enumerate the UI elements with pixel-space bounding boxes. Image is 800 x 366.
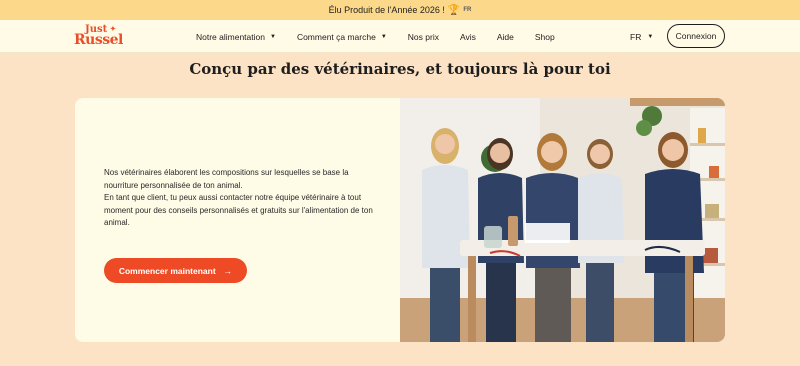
chevron-down-icon: ▼ [647, 33, 654, 40]
section-title: Conçu par des vétérinaires, et toujours … [189, 60, 611, 78]
chevron-down-icon: ▼ [380, 33, 387, 40]
start-now-button[interactable]: Commencer maintenant → [104, 258, 247, 283]
sparkle-icon: ✦ [110, 24, 116, 33]
menu-item-avis[interactable]: Avis [460, 32, 476, 42]
top-navigation: Just ✦ Russel Notre alimentation ▼ Comme… [0, 20, 800, 53]
menu-item-nos-prix[interactable]: Nos prix [408, 32, 439, 42]
promo-banner: Élu Produit de l'Année 2026 ! 🏆 FR [0, 0, 800, 20]
login-button[interactable]: Connexion [667, 24, 725, 48]
vet-info-card: Nos vétérinaires élaborent les compositi… [75, 98, 725, 342]
arrow-right-icon: → [223, 265, 233, 276]
main-menu: Notre alimentation ▼ Comment ça marche ▼… [196, 20, 576, 53]
menu-item-comment-ca-marche[interactable]: Comment ça marche ▼ [297, 32, 387, 42]
menu-item-shop[interactable]: Shop [535, 32, 555, 42]
menu-item-notre-alimentation[interactable]: Notre alimentation ▼ [196, 32, 276, 42]
just-russel-logo[interactable]: Just ✦ Russel [74, 24, 123, 50]
promo-text: Élu Produit de l'Année 2026 ! [328, 5, 445, 15]
promo-country-tag: FR [463, 7, 472, 13]
description-paragraph-1: Nos vétérinaires élaborent les compositi… [104, 168, 349, 190]
trophy-icon: 🏆 [447, 4, 461, 16]
chevron-down-icon: ▼ [269, 33, 276, 40]
description-paragraph-2: En tant que client, tu peux aussi contac… [104, 193, 373, 227]
card-description: Nos vétérinaires élaborent les compositi… [104, 167, 374, 230]
language-selector[interactable]: FR ▼ [630, 20, 653, 53]
veterinarians-team-photo [400, 98, 725, 342]
menu-item-aide[interactable]: Aide [497, 32, 514, 42]
